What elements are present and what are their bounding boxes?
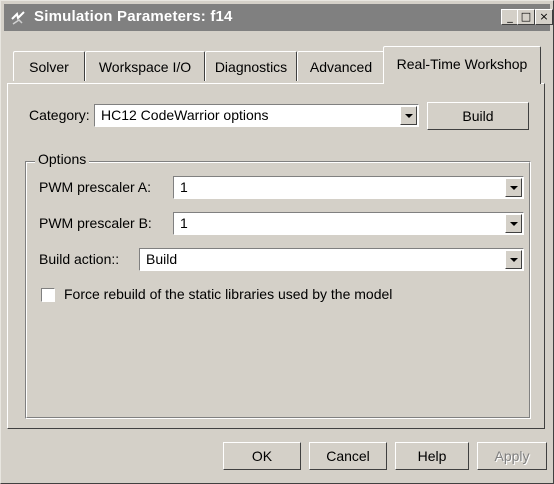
title-bar[interactable]: Simulation Parameters: f14 _ □ × <box>4 4 553 31</box>
tab-solver[interactable]: Solver <box>13 51 85 81</box>
tab-workspace-io-label: Workspace I/O <box>98 59 192 75</box>
help-button-label: Help <box>417 448 447 464</box>
cancel-button-label: Cancel <box>326 448 370 464</box>
tab-advanced[interactable]: Advanced <box>297 51 385 81</box>
close-icon: × <box>539 10 549 23</box>
window-title: Simulation Parameters: f14 <box>34 8 233 25</box>
close-button[interactable]: × <box>535 9 553 25</box>
maximize-button[interactable]: □ <box>517 9 535 25</box>
tab-diagnostics-label: Diagnostics <box>214 59 288 75</box>
tab-real-time-workshop[interactable]: Real-Time Workshop <box>383 46 541 84</box>
maximize-icon: □ <box>520 10 532 23</box>
apply-button-label: Apply <box>494 448 530 464</box>
ok-button-label: OK <box>251 448 273 464</box>
tab-solver-label: Solver <box>29 59 69 75</box>
simulink-icon <box>11 11 25 25</box>
dialog-window: Simulation Parameters: f14 _ □ × Solver … <box>0 0 554 484</box>
tab-panel <box>7 83 545 429</box>
apply-button: Apply <box>477 442 547 470</box>
tab-diagnostics[interactable]: Diagnostics <box>205 51 297 81</box>
minimize-icon: _ <box>507 10 513 23</box>
tab-workspace-io[interactable]: Workspace I/O <box>85 51 205 81</box>
cancel-button[interactable]: Cancel <box>309 442 387 470</box>
tab-strip: Solver Workspace I/O Diagnostics Advance… <box>7 43 547 84</box>
help-button[interactable]: Help <box>395 442 469 470</box>
ok-button[interactable]: OK <box>223 442 301 470</box>
options-group-title: Options <box>35 151 90 167</box>
tab-advanced-label: Advanced <box>309 59 373 75</box>
tab-real-time-workshop-label: Real-Time Workshop <box>396 56 528 72</box>
